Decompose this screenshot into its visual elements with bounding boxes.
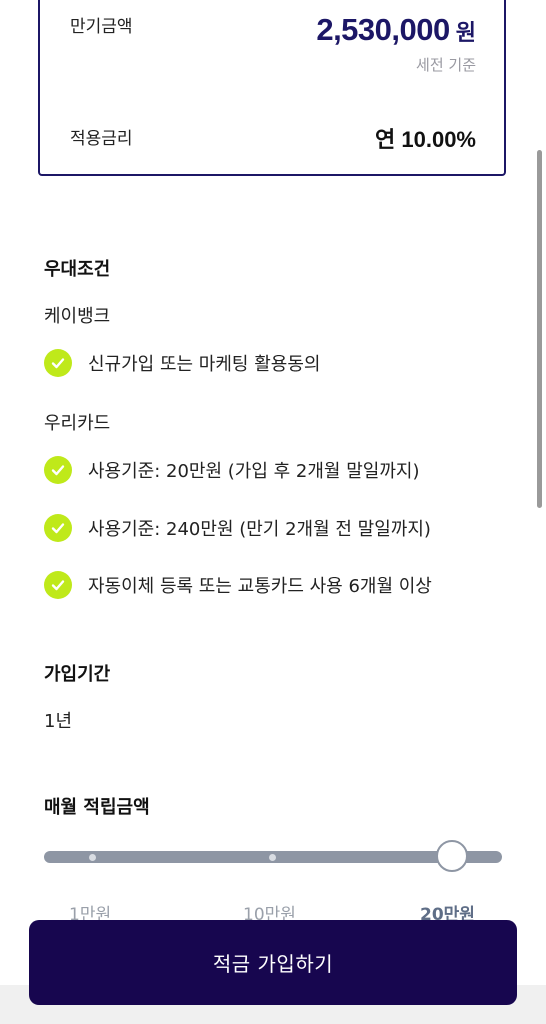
tax-note: 세전 기준 <box>416 56 476 74</box>
monthly-amount-title: 매월 적립금액 <box>44 797 150 818</box>
period-title: 가입기간 <box>44 664 111 685</box>
condition-item: 사용기준: 20만원 (가입 후 2개월 말일까지) <box>44 455 419 485</box>
rate-label: 적용금리 <box>70 129 133 149</box>
slider-step-dot <box>269 854 276 861</box>
maturity-amount-label: 만기금액 <box>70 17 133 37</box>
condition-text: 신규가입 또는 마케팅 활용동의 <box>88 354 321 375</box>
scrollbar[interactable] <box>537 150 542 508</box>
provider-label-wooricard: 우리카드 <box>44 413 111 434</box>
maturity-amount-unit: 원 <box>455 21 476 46</box>
maturity-amount-value: 2,530,000 <box>316 12 450 47</box>
provider-label-kbank: 케이뱅크 <box>44 306 111 327</box>
check-icon <box>44 349 72 377</box>
check-icon <box>44 571 72 599</box>
summary-card: 만기금액 2,530,000 원 세전 기준 적용금리 연 10.00% <box>38 0 506 176</box>
check-icon <box>44 514 72 542</box>
amount-slider-track[interactable] <box>44 851 502 863</box>
period-value: 1년 <box>44 711 73 732</box>
amount-slider-thumb[interactable] <box>436 840 468 872</box>
check-icon <box>44 456 72 484</box>
condition-text: 자동이체 등록 또는 교통카드 사용 6개월 이상 <box>88 576 432 597</box>
condition-item: 사용기준: 240만원 (만기 2개월 전 말일까지) <box>44 513 431 543</box>
join-savings-button[interactable]: 적금 가입하기 <box>29 920 517 1005</box>
slider-step-dot <box>89 854 96 861</box>
maturity-amount: 2,530,000 원 <box>316 12 476 48</box>
benefits-title: 우대조건 <box>44 259 111 280</box>
rate-value: 연 10.00% <box>375 127 476 152</box>
condition-text: 사용기준: 240만원 (만기 2개월 전 말일까지) <box>88 519 431 540</box>
condition-text: 사용기준: 20만원 (가입 후 2개월 말일까지) <box>88 461 420 482</box>
condition-item: 자동이체 등록 또는 교통카드 사용 6개월 이상 <box>44 570 432 600</box>
condition-item: 신규가입 또는 마케팅 활용동의 <box>44 348 320 378</box>
